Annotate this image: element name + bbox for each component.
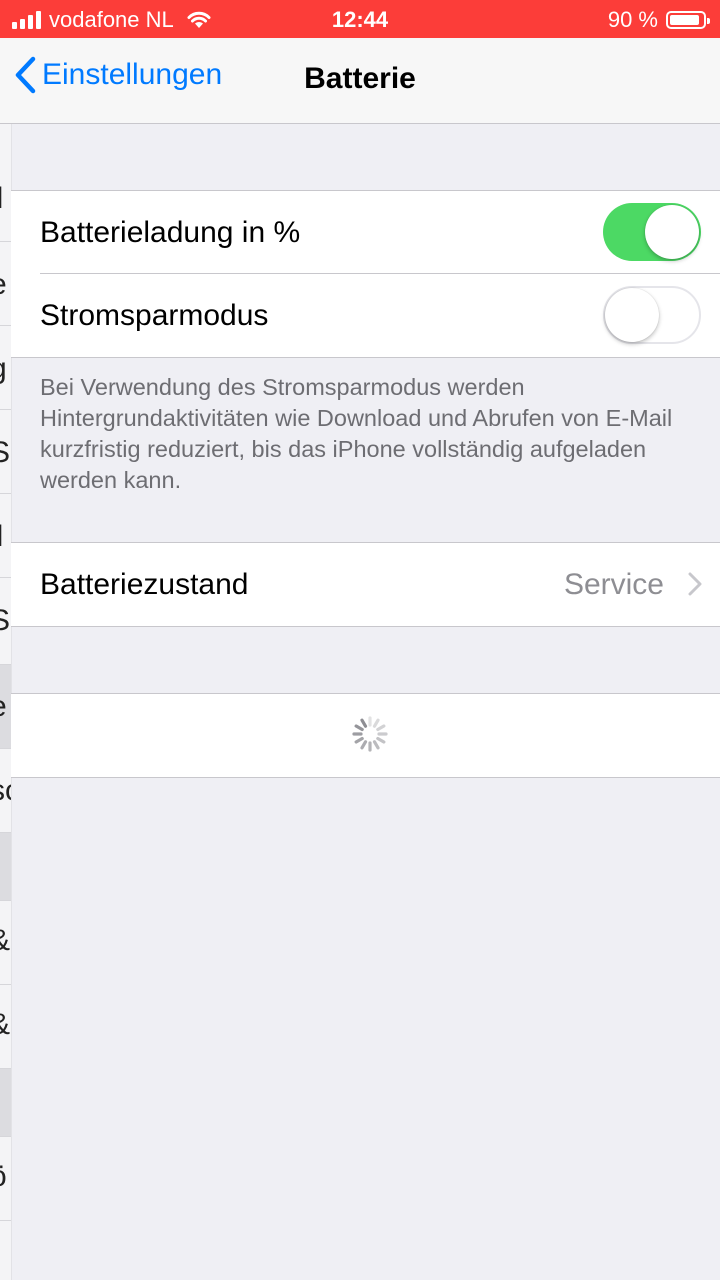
battery-fill xyxy=(670,15,699,25)
battery-percentage-toggle[interactable] xyxy=(603,203,701,261)
spinner-spoke xyxy=(360,718,368,728)
previous-view-text: & xyxy=(0,924,11,958)
spinner-spoke xyxy=(354,724,364,732)
page-title: Batterie xyxy=(304,62,416,95)
previous-view-text: & xyxy=(0,1008,11,1042)
loading-row xyxy=(11,694,720,777)
spinner-spoke xyxy=(376,724,386,732)
low-power-mode-toggle[interactable] xyxy=(603,286,701,344)
battery-health-detail: Service xyxy=(563,567,664,601)
spinner-spoke xyxy=(376,736,386,744)
previous-view-text: sc xyxy=(0,774,11,808)
status-bar: vodafone NL 12:44 90 % xyxy=(0,0,720,38)
previous-view-text: Sı xyxy=(0,436,11,470)
battery-percent: 90 % xyxy=(607,7,658,32)
battery-health-row[interactable]: Batteriezustand Service xyxy=(11,543,720,626)
battery-icon xyxy=(666,11,710,29)
chevron-right-icon xyxy=(688,572,702,596)
battery-settings-group: Batterieladung in % Stromsparmodus xyxy=(11,190,720,358)
battery-percentage-label: Batterieladung in % xyxy=(40,215,301,249)
battery-health-group: Batteriezustand Service xyxy=(11,542,720,627)
navigation-bar: Einstellungen Batterie xyxy=(0,38,720,124)
low-power-mode-label: Stromsparmodus xyxy=(40,298,269,332)
low-power-mode-row: Stromsparmodus xyxy=(11,274,720,357)
previous-view-text: ö xyxy=(0,1160,11,1194)
battery-usage-loading-group xyxy=(11,693,720,778)
battery-percentage-row: Batterieladung in % xyxy=(11,191,720,274)
spinner-spoke xyxy=(360,740,368,750)
spinner-spoke xyxy=(372,718,380,728)
spinner-spoke xyxy=(354,736,364,744)
battery-health-label: Batteriezustand xyxy=(40,567,249,601)
loading-spinner-icon xyxy=(352,716,388,752)
low-power-mode-footer: Bei Verwendung des Stromsparmodus werden… xyxy=(40,374,673,493)
spinner-spoke xyxy=(372,740,380,750)
